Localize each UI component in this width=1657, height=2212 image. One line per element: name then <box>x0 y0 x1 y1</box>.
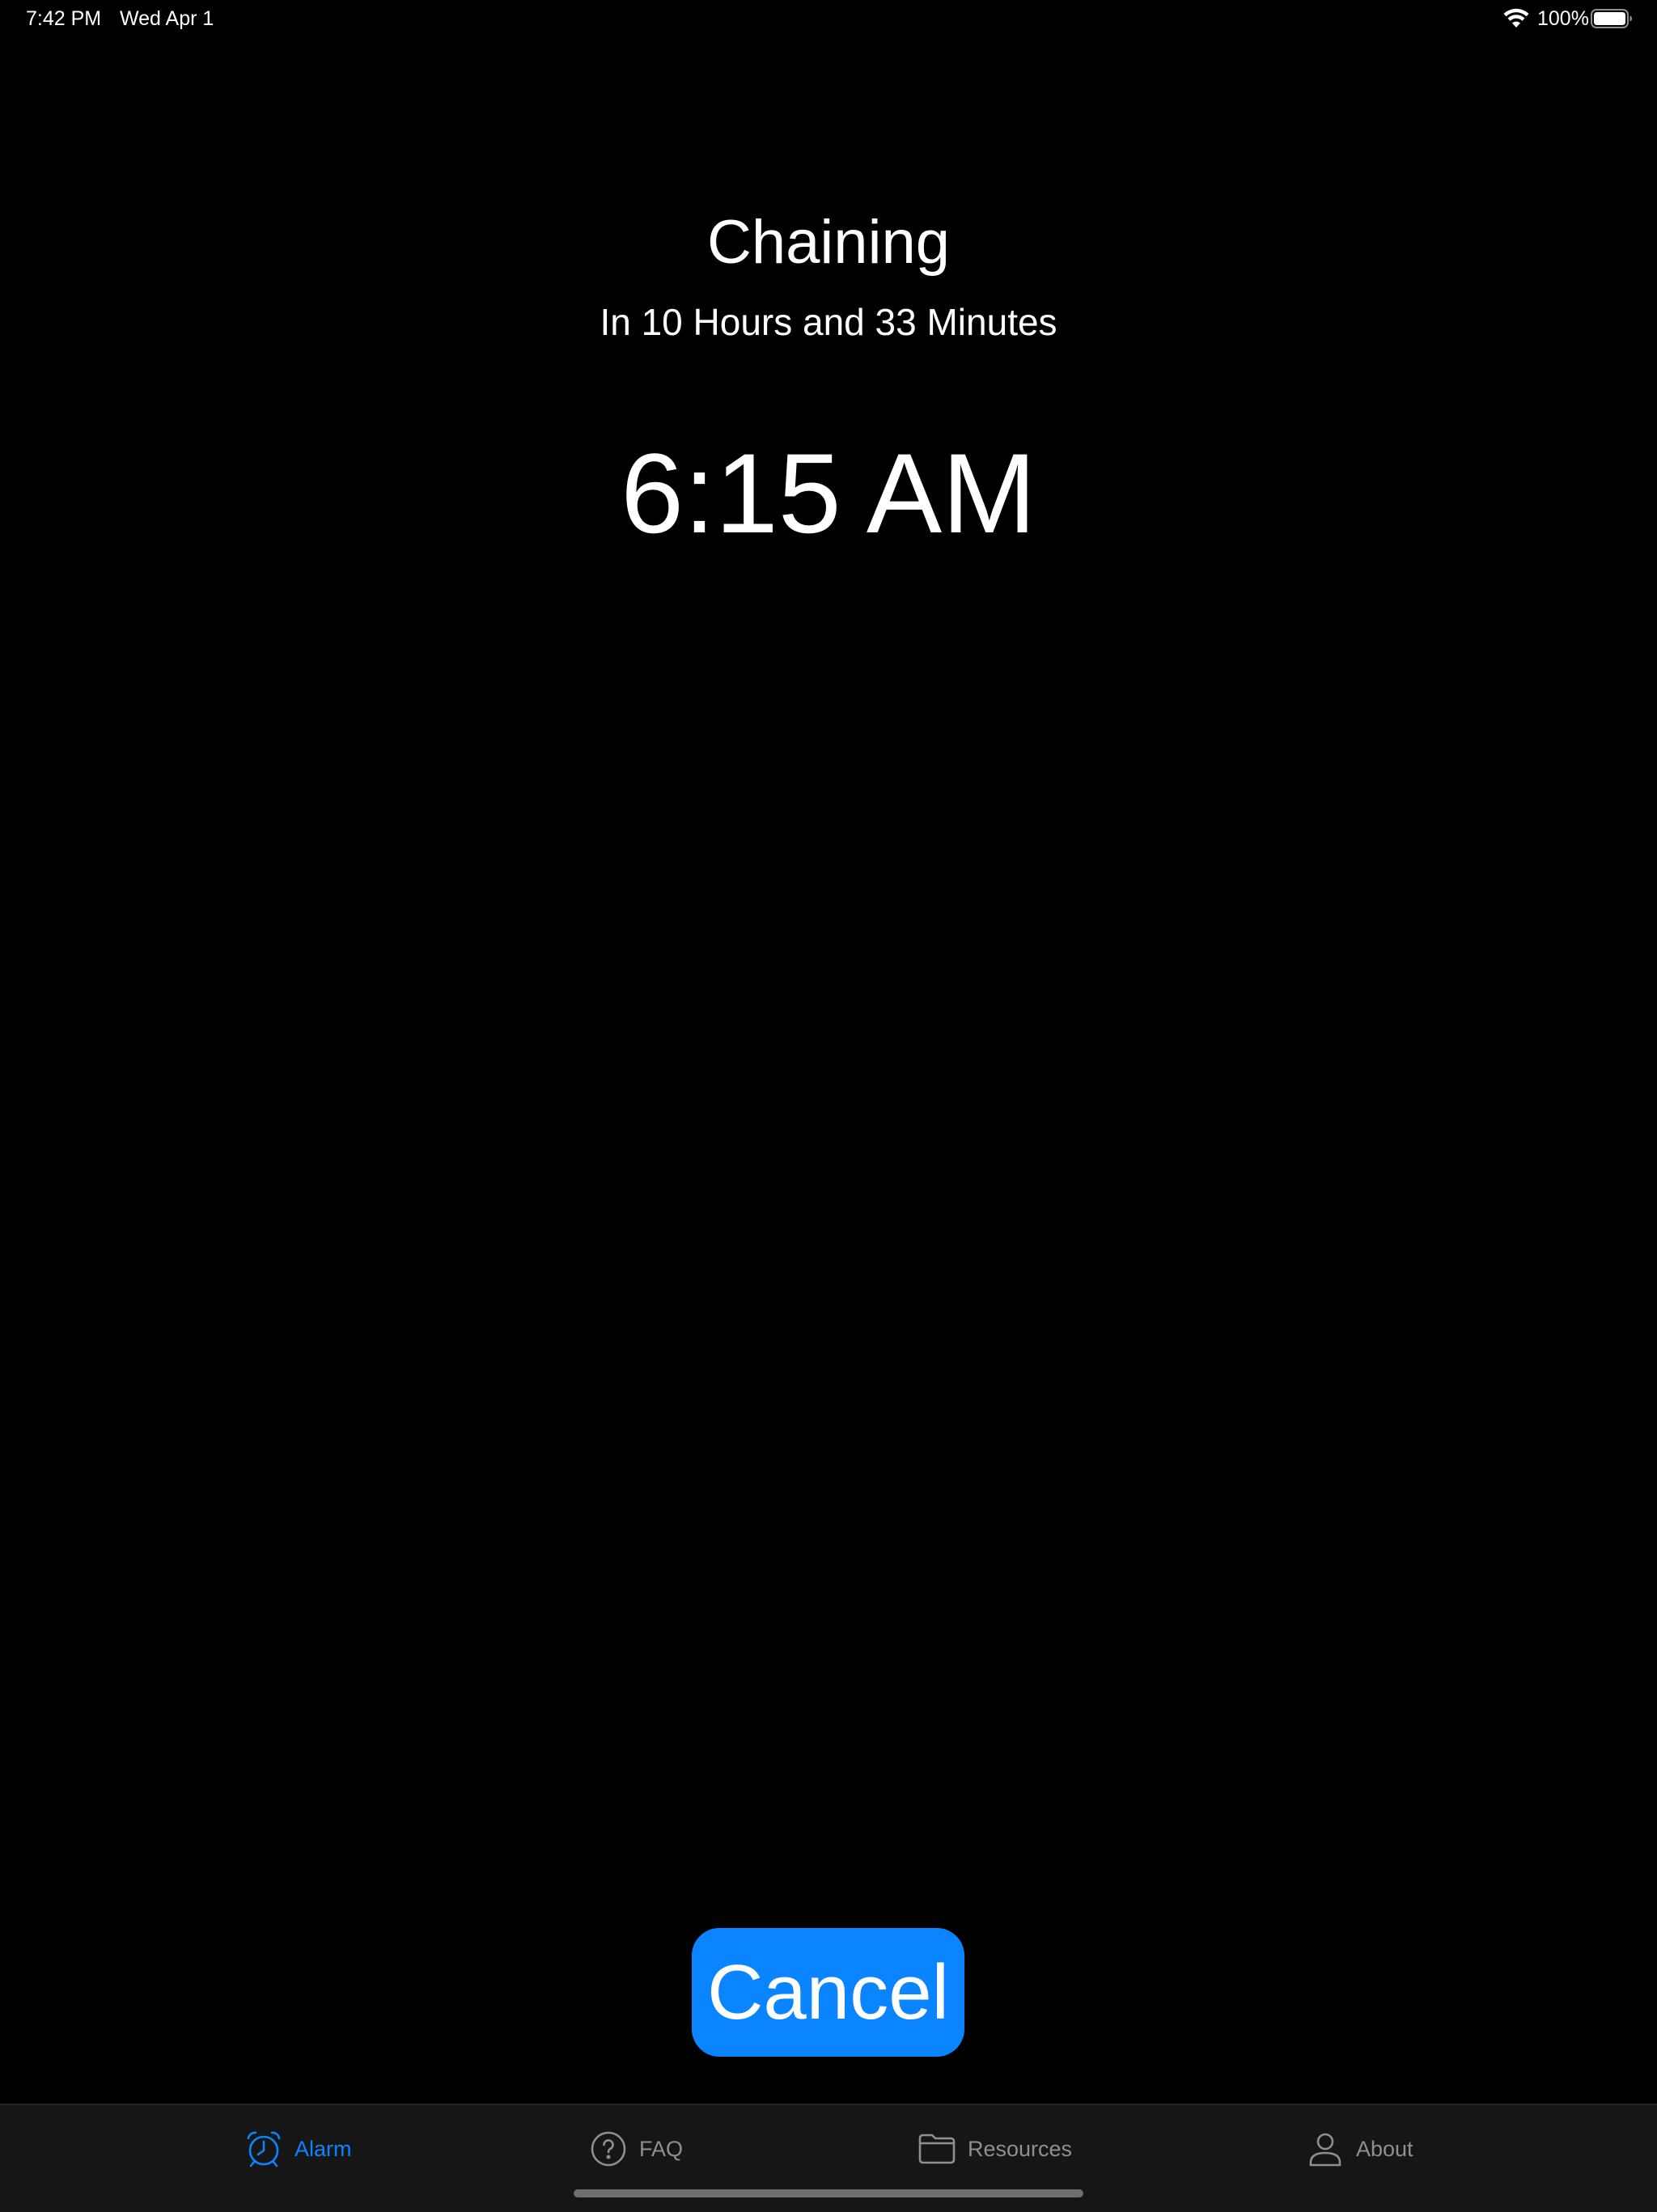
cancel-button[interactable]: Cancel <box>692 1928 964 2057</box>
tab-alarm-label: Alarm <box>295 2136 352 2161</box>
tab-about-label: About <box>1356 2136 1413 2161</box>
tab-faq[interactable]: FAQ <box>589 2125 683 2173</box>
alarm-title: Chaining <box>707 208 950 277</box>
alarm-clock-icon <box>247 2131 281 2168</box>
tab-resources[interactable]: Resources <box>917 2125 1072 2173</box>
alarm-countdown: In 10 Hours and 33 Minutes <box>600 301 1057 343</box>
alarm-time: 6:15 AM <box>621 430 1036 557</box>
folder-icon <box>918 2134 956 2164</box>
tab-about[interactable]: About <box>1306 2125 1413 2173</box>
battery-percentage: 100% <box>1537 7 1589 30</box>
wifi-icon <box>1503 8 1529 28</box>
home-indicator[interactable] <box>574 2189 1083 2197</box>
question-circle-icon <box>591 2131 626 2167</box>
status-bar: 7:42 PM Wed Apr 1 100% <box>0 0 1657 39</box>
tab-alarm[interactable]: Alarm <box>244 2125 352 2173</box>
tab-resources-label: Resources <box>968 2136 1073 2161</box>
status-date: Wed Apr 1 <box>120 7 214 30</box>
battery-icon <box>1591 9 1632 28</box>
status-time: 7:42 PM <box>26 7 102 30</box>
tab-faq-label: FAQ <box>639 2136 684 2161</box>
person-icon <box>1309 2133 1341 2167</box>
